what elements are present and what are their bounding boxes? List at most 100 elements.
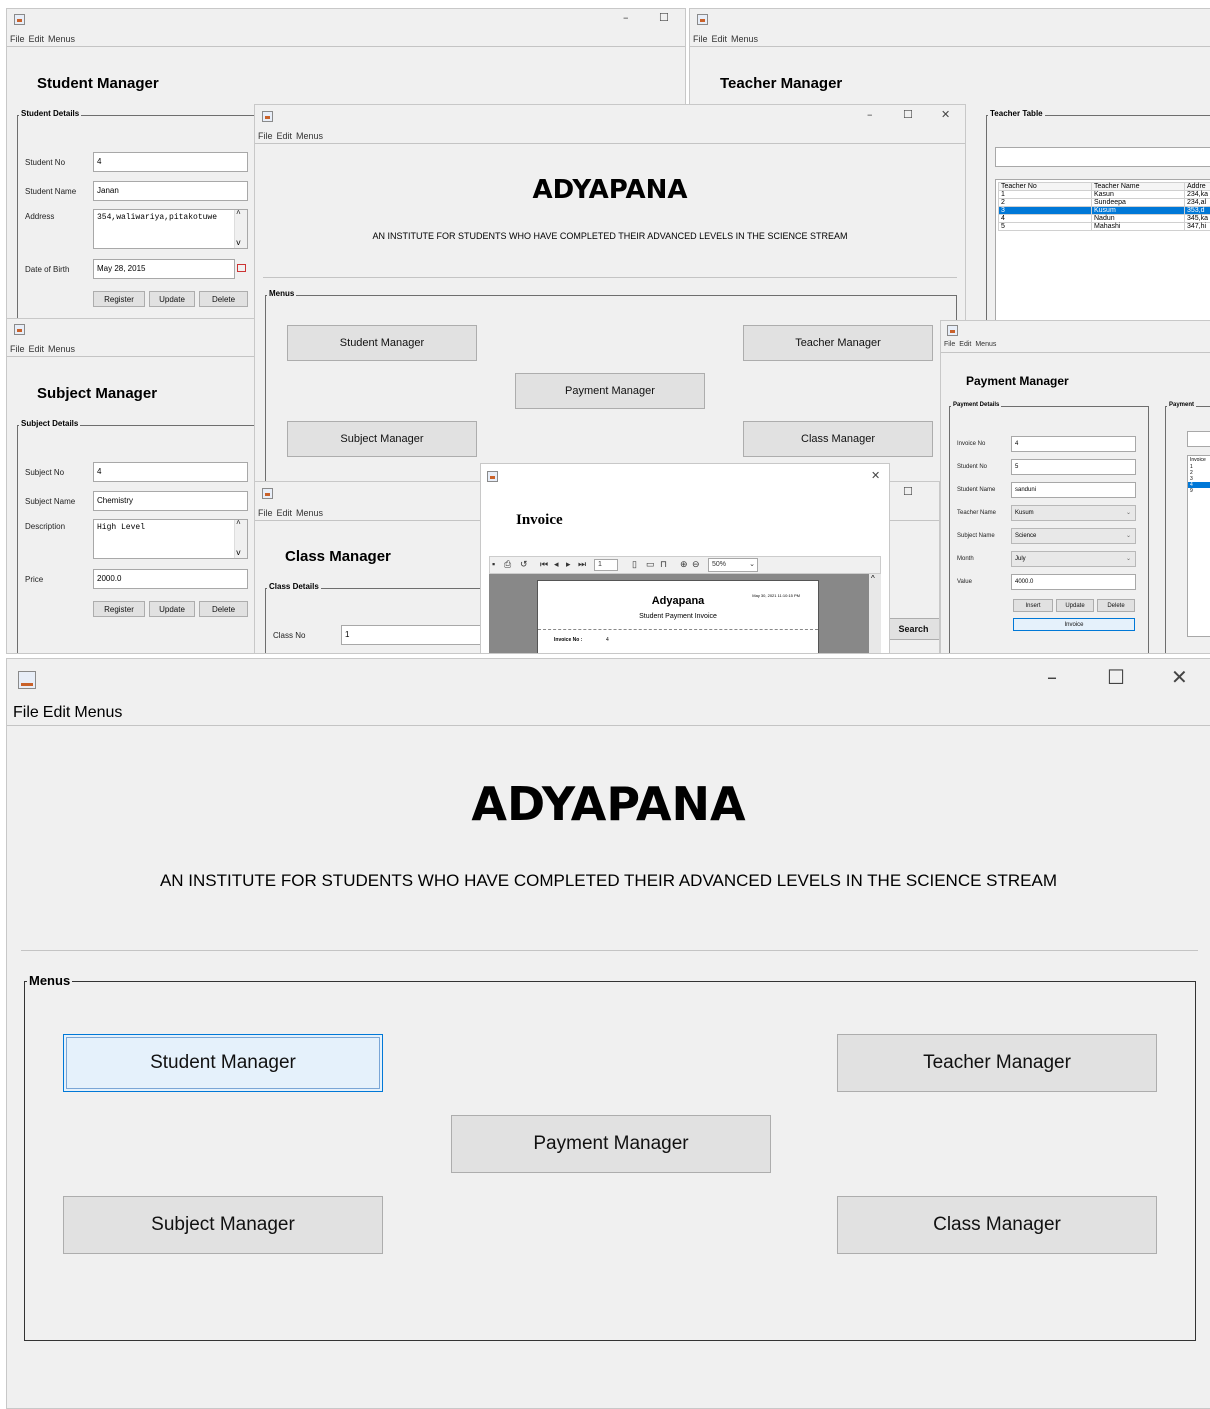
menu-file[interactable]: File	[13, 704, 39, 721]
payment-manager-button[interactable]: Payment Manager	[451, 1115, 771, 1173]
window-title: Subject Manager	[37, 385, 158, 402]
subject-manager-button[interactable]: Subject Manager	[63, 1196, 383, 1254]
menu-file[interactable]: File	[258, 508, 273, 518]
menu-menus[interactable]: Menus	[48, 344, 75, 354]
reload-icon[interactable]: ↺	[520, 559, 528, 570]
scrollbar[interactable]: ^ v	[234, 210, 247, 248]
value-field[interactable]: 4000.0	[1011, 574, 1136, 590]
menu-file[interactable]: File	[258, 131, 273, 141]
menu-menus[interactable]: Menus	[296, 508, 323, 518]
update-button[interactable]: Update	[149, 291, 195, 307]
minimize-icon[interactable]: –	[623, 11, 629, 24]
menu-edit[interactable]: Edit	[712, 34, 728, 44]
close-icon[interactable]: ✕	[1171, 665, 1188, 689]
page-number-field[interactable]: 1	[594, 559, 618, 571]
menu-edit[interactable]: Edit	[959, 341, 971, 348]
menu-file[interactable]: File	[944, 341, 955, 348]
invoice-no-field[interactable]: 4	[1011, 436, 1136, 452]
column-header[interactable]: Addre	[1184, 182, 1210, 191]
panel-title: Class Details	[267, 582, 321, 591]
month-select[interactable]: July ⌄	[1011, 551, 1136, 567]
window-title: Payment Manager	[966, 374, 1069, 388]
next-page-icon[interactable]: ▸	[566, 559, 571, 570]
save-icon[interactable]: ▪	[492, 559, 495, 569]
insert-button[interactable]: Insert	[1013, 599, 1053, 612]
menu-edit[interactable]: Edit	[29, 344, 45, 354]
scrollbar[interactable]: ^	[869, 574, 881, 653]
teacher-search-field[interactable]	[995, 147, 1210, 167]
close-icon[interactable]: ✕	[941, 108, 950, 121]
fit-width-icon[interactable]: ⊓	[660, 559, 667, 570]
zoom-out-icon[interactable]: ⊖	[692, 559, 700, 570]
print-icon[interactable]: ⎙	[504, 559, 511, 570]
payment-search-field[interactable]	[1187, 431, 1210, 447]
register-button[interactable]: Register	[93, 291, 145, 307]
actual-size-icon[interactable]: ▯	[632, 559, 637, 570]
menu-menus[interactable]: Menus	[975, 341, 996, 348]
maximize-icon[interactable]: ☐	[903, 485, 913, 498]
table-row[interactable]: 5 Mahashi 347,hi	[998, 222, 1210, 231]
menu-menus[interactable]: Menus	[731, 34, 758, 44]
maximize-icon[interactable]: ☐	[659, 11, 669, 24]
table-row[interactable]: 2 Sundeepa 234,al	[998, 198, 1210, 207]
fit-page-icon[interactable]: ▭	[646, 559, 655, 570]
date-of-birth-field[interactable]: May 28, 2015	[93, 259, 235, 279]
minimize-icon[interactable]: –	[867, 108, 873, 121]
menu-file[interactable]: File	[10, 34, 25, 44]
first-page-icon[interactable]: ⏮	[540, 559, 548, 570]
column-header[interactable]: Teacher Name	[1091, 182, 1185, 191]
description-textarea[interactable]: High Level ^ v	[93, 519, 248, 559]
menu-file[interactable]: File	[10, 344, 25, 354]
update-button[interactable]: Update	[1056, 599, 1094, 612]
subject-no-field[interactable]: 4	[93, 462, 248, 482]
menu-menus[interactable]: Menus	[48, 34, 75, 44]
class-manager-button[interactable]: Class Manager	[837, 1196, 1157, 1254]
menu-file[interactable]: File	[693, 34, 708, 44]
delete-button[interactable]: Delete	[199, 291, 248, 307]
table-row[interactable]: 9	[1188, 488, 1210, 494]
invoice-button[interactable]: Invoice	[1013, 618, 1135, 631]
student-no-field[interactable]: 4	[93, 152, 248, 172]
menu-edit[interactable]: Edit	[277, 131, 293, 141]
column-header[interactable]: Invoice	[1188, 456, 1210, 464]
menu-edit[interactable]: Edit	[43, 704, 71, 721]
column-header[interactable]: Teacher No	[998, 182, 1092, 191]
teacher-manager-button[interactable]: Teacher Manager	[837, 1034, 1157, 1092]
address-textarea[interactable]: 354,waliwariya,pitakotuwe ^ v	[93, 209, 248, 249]
teacher-name-select[interactable]: Kusum ⌄	[1011, 505, 1136, 521]
zoom-in-icon[interactable]: ⊕	[680, 559, 688, 570]
payment-manager-button[interactable]: Payment Manager	[515, 373, 705, 409]
menu-menus[interactable]: Menus	[74, 704, 122, 721]
delete-button[interactable]: Delete	[199, 601, 248, 617]
prev-page-icon[interactable]: ◂	[554, 559, 559, 570]
menu-menus[interactable]: Menus	[296, 131, 323, 141]
menu-edit[interactable]: Edit	[29, 34, 45, 44]
subject-name-field[interactable]: Chemistry	[93, 491, 248, 511]
table-row[interactable]: 4 Nadun 345,ka	[998, 214, 1210, 223]
student-no-field[interactable]: 5	[1011, 459, 1136, 475]
student-manager-button[interactable]: Student Manager	[63, 1034, 383, 1092]
search-button[interactable]: Search	[885, 618, 939, 640]
student-name-field[interactable]: sanduni	[1011, 482, 1136, 498]
scrollbar[interactable]: ^ v	[234, 520, 247, 558]
price-field[interactable]: 2000.0	[93, 569, 248, 589]
table-row-selected[interactable]: 3 Kusum 353,d	[998, 206, 1210, 215]
student-manager-button[interactable]: Student Manager	[287, 325, 477, 361]
subject-manager-button[interactable]: Subject Manager	[287, 421, 477, 457]
update-button[interactable]: Update	[149, 601, 195, 617]
subject-name-select[interactable]: Science ⌄	[1011, 528, 1136, 544]
menu-edit[interactable]: Edit	[277, 508, 293, 518]
class-manager-button[interactable]: Class Manager	[743, 421, 933, 457]
table-row[interactable]: 1 Kasun 234,ka	[998, 190, 1210, 199]
register-button[interactable]: Register	[93, 601, 145, 617]
zoom-select[interactable]: 50% ⌄	[708, 558, 758, 572]
minimize-icon[interactable]: –	[1047, 665, 1057, 689]
close-icon[interactable]: ✕	[871, 469, 880, 482]
maximize-icon[interactable]: ☐	[903, 108, 913, 121]
delete-button[interactable]: Delete	[1097, 599, 1135, 612]
calendar-icon[interactable]	[237, 264, 246, 272]
teacher-manager-button[interactable]: Teacher Manager	[743, 325, 933, 361]
student-name-field[interactable]: Janan	[93, 181, 248, 201]
maximize-icon[interactable]: ☐	[1107, 665, 1125, 689]
last-page-icon[interactable]: ⏭	[578, 559, 586, 570]
